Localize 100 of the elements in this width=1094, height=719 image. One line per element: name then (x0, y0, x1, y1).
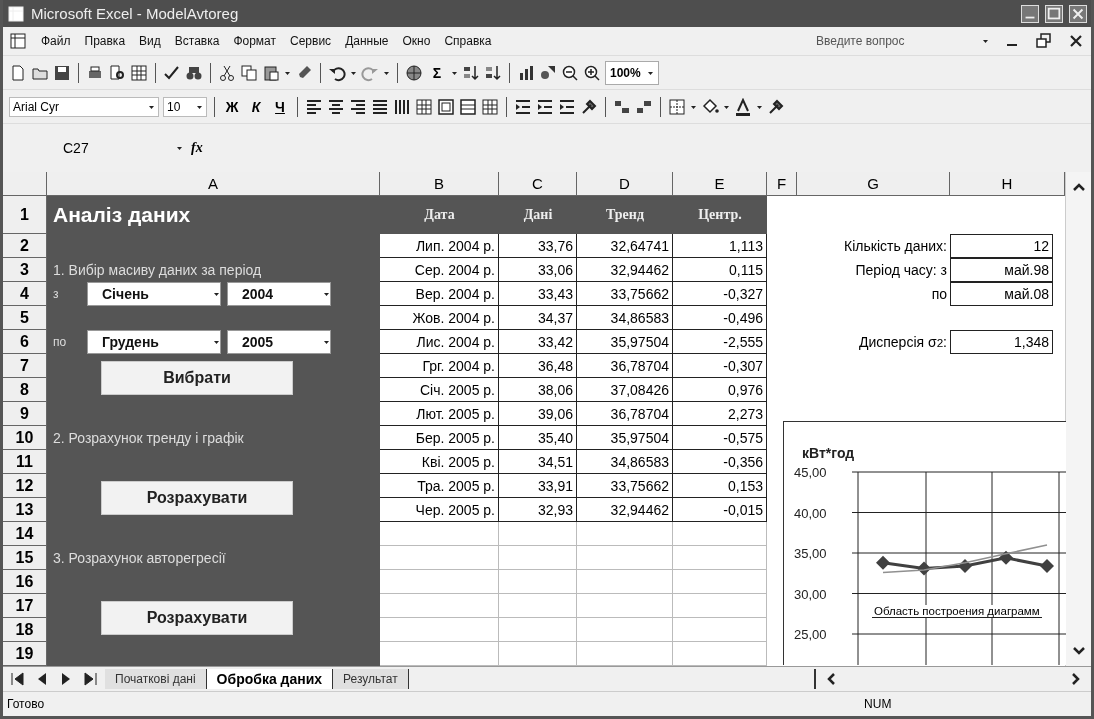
calculate-button[interactable]: Розрахувати (101, 601, 293, 635)
column-header[interactable]: D (577, 172, 673, 196)
row-header[interactable]: 11 (3, 450, 47, 474)
maximize-icon[interactable] (1045, 4, 1063, 23)
row-header[interactable]: 1 (3, 196, 47, 234)
menu-item[interactable]: Справка (444, 34, 492, 48)
sort-ascending-icon[interactable] (462, 63, 480, 82)
font-color-icon[interactable] (734, 97, 752, 116)
indent-icon[interactable] (514, 97, 532, 116)
row-header[interactable]: 2 (3, 234, 47, 258)
empty-cell[interactable] (577, 618, 673, 642)
empty-cell[interactable] (673, 618, 767, 642)
empty-cell[interactable] (499, 522, 577, 546)
menu-item[interactable]: Вид (139, 34, 161, 48)
align-center-icon[interactable] (327, 97, 345, 116)
frame-icon[interactable] (437, 97, 455, 116)
function-label[interactable]: fx (191, 140, 203, 156)
empty-cell[interactable] (673, 546, 767, 570)
row-header[interactable]: 10 (3, 426, 47, 450)
shapes-icon[interactable] (539, 63, 557, 82)
align-left-icon[interactable] (305, 97, 323, 116)
zoom-in-icon[interactable] (583, 63, 601, 82)
row-header[interactable]: 6 (3, 330, 47, 354)
row-header[interactable]: 4 (3, 282, 47, 306)
column-header[interactable]: F (767, 172, 797, 196)
sort-descending-icon[interactable] (484, 63, 502, 82)
font-dropdown[interactable]: Arial Cyr (9, 96, 159, 117)
row-header[interactable]: 7 (3, 354, 47, 378)
calculate-button[interactable]: Розрахувати (101, 481, 293, 515)
row-header[interactable]: 18 (3, 618, 47, 642)
paste-icon[interactable] (262, 63, 280, 82)
menu-item[interactable]: Сервис (290, 34, 332, 48)
select-button[interactable]: Вибрати (101, 361, 293, 395)
sheet-tab[interactable]: Обробка даних (206, 669, 334, 689)
table-icon[interactable] (130, 63, 148, 82)
row-header[interactable]: 3 (3, 258, 47, 282)
scissors-icon[interactable] (218, 63, 236, 82)
empty-cell[interactable] (673, 570, 767, 594)
empty-cell[interactable] (499, 570, 577, 594)
row-header[interactable]: 13 (3, 498, 47, 522)
first-sheet-icon[interactable] (9, 670, 27, 688)
autosum-button[interactable]: Σ (427, 64, 447, 81)
zoom-dropdown[interactable]: 100% (605, 60, 659, 85)
fill-color-icon[interactable] (701, 97, 719, 116)
empty-cell[interactable] (577, 570, 673, 594)
grid-icon[interactable] (415, 97, 433, 116)
sheet-tab[interactable]: Початкові дані (105, 669, 207, 689)
row-header[interactable]: 12 (3, 474, 47, 498)
dropdown[interactable]: Грудень (87, 330, 221, 354)
dropdown[interactable]: 2004 (227, 282, 331, 306)
text-style-button[interactable]: Ч (270, 98, 290, 115)
empty-cell[interactable] (673, 594, 767, 618)
menu-item[interactable]: Данные (345, 34, 389, 48)
text-style-button[interactable]: К (246, 98, 266, 115)
select-all-corner[interactable] (3, 172, 47, 196)
text-style-button[interactable]: Ж (222, 98, 242, 115)
menu-item[interactable]: Формат (233, 34, 277, 48)
restore-icon[interactable] (1035, 32, 1053, 50)
globe-icon[interactable] (405, 63, 423, 82)
dropdown[interactable]: Січень (87, 282, 221, 306)
zoom-out-icon[interactable] (561, 63, 579, 82)
menu-item[interactable]: Окно (402, 34, 431, 48)
row-header[interactable]: 15 (3, 546, 47, 570)
menu-item[interactable]: Вставка (174, 34, 220, 48)
indent-icon[interactable] (536, 97, 554, 116)
empty-cell[interactable] (499, 546, 577, 570)
empty-cell[interactable] (577, 594, 673, 618)
row-header[interactable]: 16 (3, 570, 47, 594)
sheet-tab[interactable]: Результат (333, 669, 409, 689)
align-right-icon[interactable] (349, 97, 367, 116)
justify-icon[interactable] (371, 97, 389, 116)
new-document-icon[interactable] (9, 63, 27, 82)
save-icon[interactable] (53, 63, 71, 82)
row-header[interactable]: 14 (3, 522, 47, 546)
empty-cell[interactable] (499, 594, 577, 618)
question-field[interactable]: Введите вопрос (814, 33, 968, 49)
table-icon[interactable] (481, 97, 499, 116)
empty-cell[interactable] (673, 522, 767, 546)
row-header[interactable]: 17 (3, 594, 47, 618)
column-header[interactable]: A (47, 172, 380, 196)
spreadsheet-icon[interactable] (9, 32, 27, 50)
column-header[interactable]: C (499, 172, 577, 196)
last-sheet-icon[interactable] (81, 670, 99, 688)
column-header[interactable]: E (673, 172, 767, 196)
minimize-icon[interactable] (1021, 4, 1039, 23)
name-box[interactable]: C27 (43, 139, 183, 157)
rows-icon[interactable] (459, 97, 477, 116)
font-size-dropdown[interactable]: 10 (163, 96, 207, 117)
column-header[interactable]: H (950, 172, 1065, 196)
row-header[interactable]: 9 (3, 402, 47, 426)
row-header[interactable]: 19 (3, 642, 47, 666)
print-preview-icon[interactable] (108, 63, 126, 82)
menu-item[interactable]: Правка (84, 34, 126, 48)
column-header[interactable]: G (797, 172, 950, 196)
row-header[interactable]: 8 (3, 378, 47, 402)
copy-icon[interactable] (240, 63, 258, 82)
empty-cell[interactable] (499, 618, 577, 642)
menu-item[interactable]: Файл (41, 34, 71, 48)
column-header[interactable]: B (380, 172, 499, 196)
columns-icon[interactable] (393, 97, 411, 116)
